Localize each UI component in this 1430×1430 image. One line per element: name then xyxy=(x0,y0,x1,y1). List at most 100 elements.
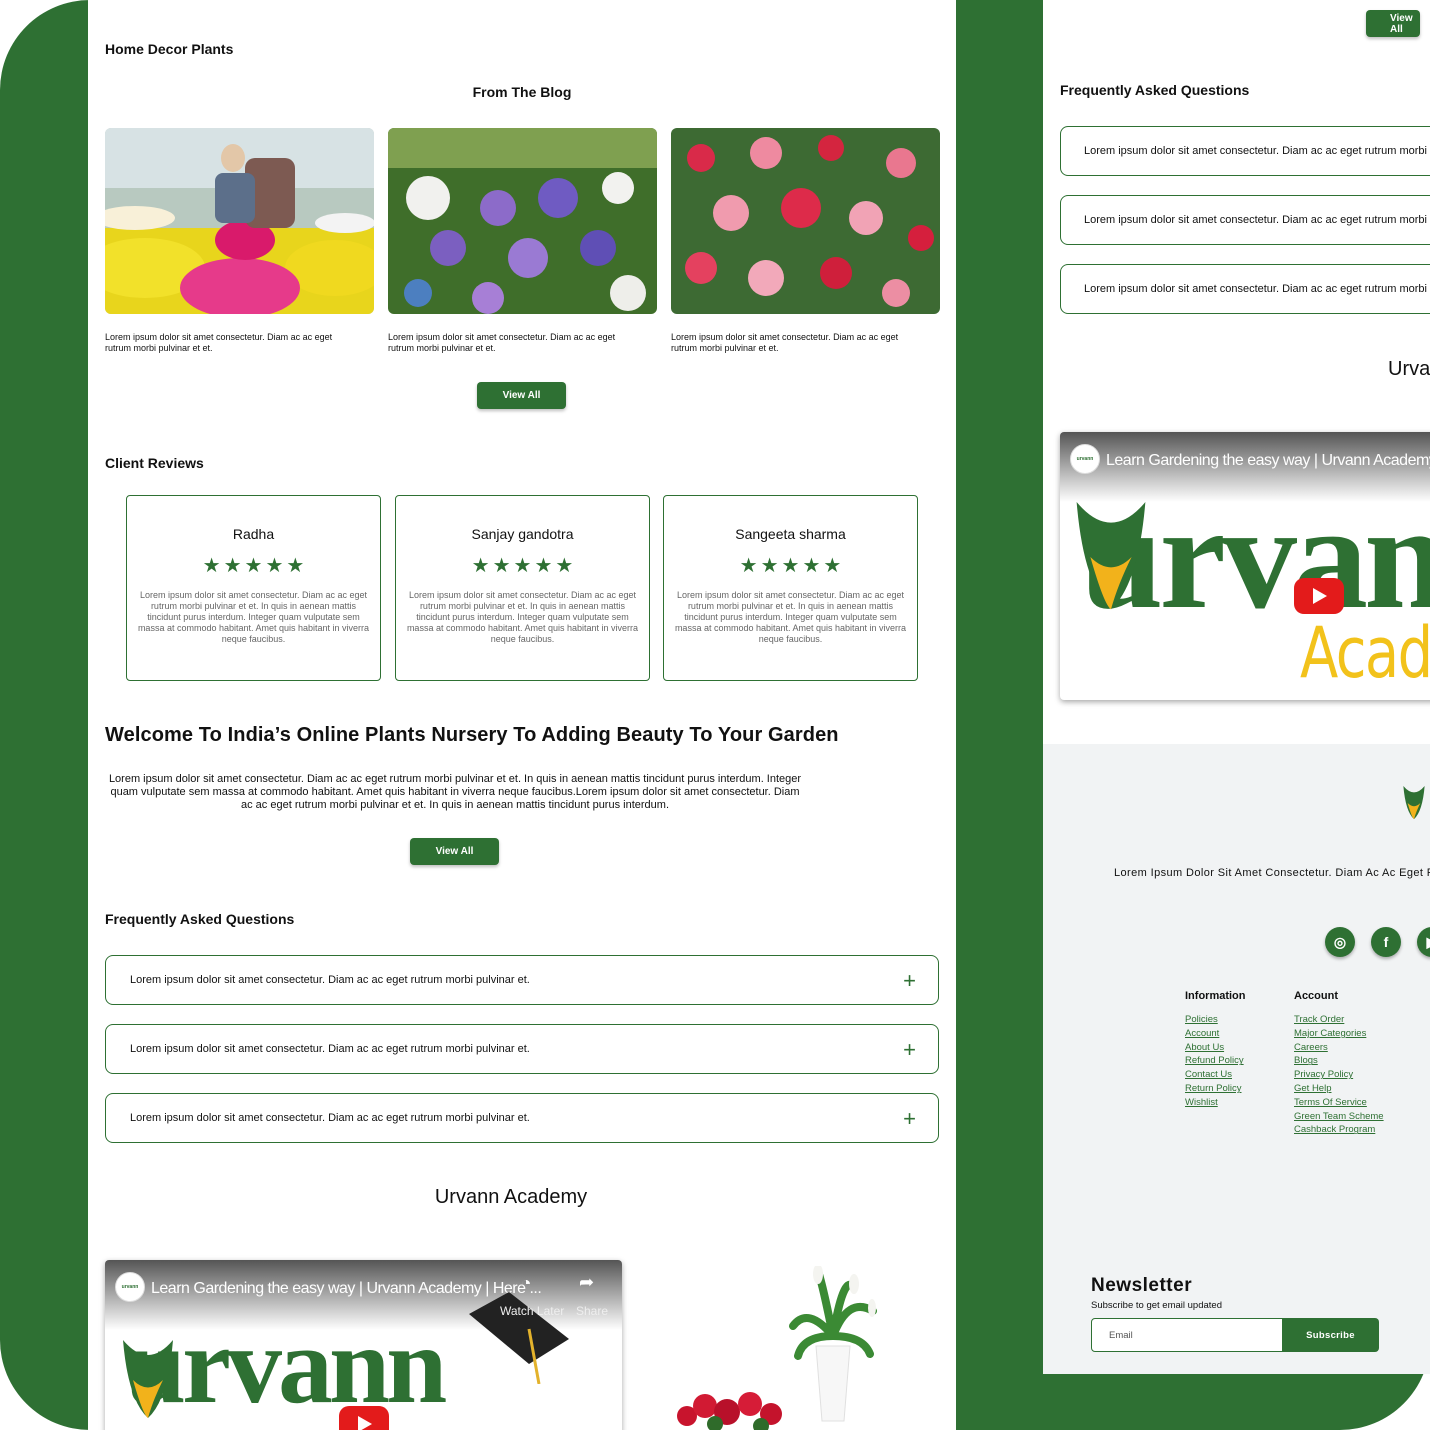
faq-question: Lorem ipsum dolor sit amet consectetur. … xyxy=(130,1043,530,1055)
academy-video-embed[interactable]: urvann Academy urvann Learn Gardening th… xyxy=(1060,432,1430,700)
academy-video-embed[interactable]: urvann urvann Learn Gardening the easy w… xyxy=(105,1260,622,1430)
footer-link[interactable]: Wishlist xyxy=(1185,1096,1244,1110)
peace-lily-plant-image xyxy=(789,1266,877,1422)
star-icon: ★ xyxy=(760,555,779,577)
footer-link[interactable]: Policies xyxy=(1185,1013,1244,1027)
blog-excerpt: Lorem ipsum dolor sit amet consectetur. … xyxy=(105,332,333,353)
mockup-frame: Home Decor Plants From The Blog Lorem ip… xyxy=(0,0,1430,1430)
star-icon: ★ xyxy=(223,555,242,577)
information-links: Policies Account About Us Refund Policy … xyxy=(1185,1013,1244,1110)
urvann-leaf-logo xyxy=(1076,502,1146,610)
faq-item[interactable]: Lorem ipsum dolor sit amet consectetur. … xyxy=(105,955,939,1005)
blog-image-roses[interactable] xyxy=(671,128,940,314)
footer-link[interactable]: Green Team Scheme xyxy=(1294,1110,1384,1124)
star-icon: ★ xyxy=(802,555,821,577)
blog-card[interactable]: Lorem ipsum dolor sit amet consectetur. … xyxy=(671,128,940,354)
account-heading: Account xyxy=(1294,990,1338,1002)
faq-item[interactable]: Lorem ipsum dolor sit amet consectetur. … xyxy=(1060,264,1430,314)
faq-question: Lorem ipsum dolor sit amet consectetur. … xyxy=(130,974,530,986)
review-card: Sanjay gandotra ★ ★ ★ ★ ★ Lorem ipsum do… xyxy=(395,495,650,681)
reviewer-name: Sanjay gandotra xyxy=(471,526,574,542)
review-card: Radha ★ ★ ★ ★ ★ Lorem ipsum dolor sit am… xyxy=(126,495,381,681)
urvann-leaf-logo xyxy=(123,1340,173,1418)
blog-image-hydrangea[interactable] xyxy=(388,128,657,314)
plus-icon[interactable]: + xyxy=(903,1106,916,1132)
client-reviews-title: Client Reviews xyxy=(105,455,204,471)
newsletter-title: Newsletter xyxy=(1091,1275,1193,1296)
footer-link[interactable]: About Us xyxy=(1185,1041,1244,1055)
footer-link[interactable]: Refund Policy xyxy=(1185,1054,1244,1068)
welcome-view-all-button[interactable]: View All xyxy=(410,838,499,865)
red-flower-pot-image xyxy=(677,1392,782,1430)
star-icon: ★ xyxy=(202,555,221,577)
footer-link[interactable]: Terms Of Service xyxy=(1294,1096,1384,1110)
blog-excerpt: Lorem ipsum dolor sit amet consectetur. … xyxy=(388,332,616,353)
faq-item[interactable]: Lorem ipsum dolor sit amet consectetur. … xyxy=(105,1093,939,1143)
review-text: Lorem ipsum dolor sit amet consectetur. … xyxy=(137,590,370,644)
footer-link[interactable]: Get Help xyxy=(1294,1082,1384,1096)
footer-tagline: Lorem Ipsum Dolor Sit Amet Consectetur. … xyxy=(1114,867,1430,879)
home-decor-title: Home Decor Plants xyxy=(105,41,234,57)
faq-item[interactable]: Lorem ipsum dolor sit amet consectetur. … xyxy=(1060,195,1430,245)
footer-link[interactable]: Contact Us xyxy=(1185,1068,1244,1082)
blog-card[interactable]: Lorem ipsum dolor sit amet consectetur. … xyxy=(388,128,657,354)
star-icon: ★ xyxy=(286,555,305,577)
facebook-icon[interactable]: f xyxy=(1371,927,1401,957)
newsletter-subtitle: Subscribe to get email updated xyxy=(1091,1300,1222,1311)
share-label[interactable]: Share xyxy=(576,1304,608,1318)
footer-link[interactable]: Return Policy xyxy=(1185,1082,1244,1096)
email-input[interactable]: Email xyxy=(1091,1318,1283,1352)
youtube-play-icon[interactable] xyxy=(339,1406,389,1430)
blog-view-all-button[interactable]: View All xyxy=(477,382,566,409)
star-icon: ★ xyxy=(781,555,800,577)
star-icon: ★ xyxy=(739,555,758,577)
blog-image-florist[interactable] xyxy=(105,128,374,314)
clock-icon[interactable]: ◔ xyxy=(510,1273,542,1294)
academy-title: Urvann Academy xyxy=(1388,358,1430,380)
account-links: Track Order Major Categories Careers Blo… xyxy=(1294,1013,1384,1137)
subscribe-button[interactable]: Subscribe xyxy=(1282,1318,1379,1352)
plus-icon[interactable]: + xyxy=(903,1037,916,1063)
star-rating: ★ ★ ★ ★ ★ xyxy=(664,556,917,576)
urvann-footer-logo xyxy=(1403,786,1425,820)
blog-excerpt: Lorem ipsum dolor sit amet consectetur. … xyxy=(671,332,899,353)
review-text: Lorem ipsum dolor sit amet consectetur. … xyxy=(674,590,907,644)
faq-question: Lorem ipsum dolor sit amet consectetur. … xyxy=(130,1112,530,1124)
channel-avatar[interactable]: urvann xyxy=(1070,444,1100,474)
footer-link[interactable]: Careers xyxy=(1294,1041,1384,1055)
review-text: Lorem ipsum dolor sit amet consectetur. … xyxy=(406,590,639,644)
faq-item[interactable]: Lorem ipsum dolor sit amet consectetur. … xyxy=(105,1024,939,1074)
reviewer-name: Radha xyxy=(232,526,275,542)
information-heading: Information xyxy=(1185,990,1246,1002)
share-icon[interactable]: ➦ xyxy=(579,1272,594,1293)
star-icon: ★ xyxy=(534,555,553,577)
video-academy-word: Academy xyxy=(1300,612,1430,694)
faq-item[interactable]: Lorem ipsum dolor sit amet consectetur. … xyxy=(1060,126,1430,176)
footer-link[interactable]: Cashback Program xyxy=(1294,1123,1384,1137)
welcome-paragraph: Lorem ipsum dolor sit amet consectetur. … xyxy=(108,773,802,811)
welcome-heading: Welcome To India’s Online Plants Nursery… xyxy=(105,724,839,746)
footer-link[interactable]: Track Order xyxy=(1294,1013,1384,1027)
footer-link[interactable]: Privacy Policy xyxy=(1294,1068,1384,1082)
star-icon: ★ xyxy=(244,555,263,577)
top-view-all-button[interactable]: View All xyxy=(1366,10,1420,37)
blog-title: From The Blog xyxy=(472,84,572,100)
channel-avatar[interactable]: urvann xyxy=(115,1272,145,1302)
blog-card[interactable]: Lorem ipsum dolor sit amet consectetur. … xyxy=(105,128,374,354)
video-title[interactable]: Learn Gardening the easy way | Urvann Ac… xyxy=(1106,452,1430,470)
star-rating: ★ ★ ★ ★ ★ xyxy=(127,556,380,576)
star-icon: ★ xyxy=(513,555,532,577)
footer-link[interactable]: Account xyxy=(1185,1027,1244,1041)
faq-title: Frequently Asked Questions xyxy=(1060,82,1250,98)
youtube-icon[interactable]: ▶ xyxy=(1417,927,1430,957)
footer-link[interactable]: Blogs xyxy=(1294,1054,1384,1068)
star-icon: ★ xyxy=(823,555,842,577)
youtube-play-icon[interactable] xyxy=(1294,578,1344,614)
watch-later-label[interactable]: Watch Later xyxy=(500,1304,564,1318)
review-card: Sangeeta sharma ★ ★ ★ ★ ★ Lorem ipsum do… xyxy=(663,495,918,681)
instagram-icon[interactable]: ◎ xyxy=(1325,927,1355,957)
footer-link[interactable]: Major Categories xyxy=(1294,1027,1384,1041)
plus-icon[interactable]: + xyxy=(903,968,916,994)
star-icon: ★ xyxy=(471,555,490,577)
star-rating: ★ ★ ★ ★ ★ xyxy=(396,556,649,576)
